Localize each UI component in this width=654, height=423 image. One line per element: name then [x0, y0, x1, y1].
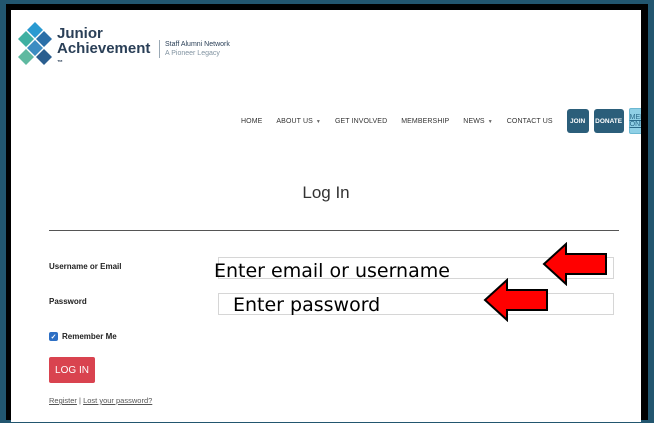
chevron-down-icon: ▼ [487, 118, 493, 125]
username-hint-annotation: Enter email or username [214, 260, 450, 282]
nav-home[interactable]: HOME [241, 118, 262, 125]
network-name: Staff Alumni Network [165, 41, 230, 48]
red-arrow-icon [483, 278, 548, 322]
network-subtitle: Staff Alumni Network A Pioneer Legacy [159, 40, 230, 58]
page-title: Log In [302, 183, 350, 202]
main-nav: HOME ABOUT US ▼ GET INVOLVED MEMBERSHIP N… [241, 108, 641, 134]
red-arrow-icon [542, 242, 607, 286]
logo-line1: Junior [57, 25, 103, 42]
chevron-down-icon: ▼ [315, 118, 321, 125]
nav-about-us[interactable]: ABOUT US ▼ [276, 118, 321, 125]
logo-wordmark: Junior Achievement ™ [57, 26, 150, 71]
account-links: Register | Lost your password? [49, 396, 152, 405]
username-label: Username or Email [49, 262, 122, 271]
links-separator: | [79, 396, 81, 405]
remember-me-label: Remember Me [62, 332, 117, 341]
trademark: ™ [57, 60, 63, 66]
logo-line2: Achievement ™ [57, 41, 150, 71]
title-divider [49, 230, 619, 231]
junior-achievement-logo[interactable]: Junior Achievement ™ Staff Alumni Network… [17, 22, 237, 74]
nav-membership[interactable]: MEMBERSHIP [401, 118, 449, 125]
login-page: Junior Achievement ™ Staff Alumni Network… [11, 10, 641, 422]
donate-button[interactable]: DONATE [593, 109, 624, 133]
nav-news[interactable]: NEWS ▼ [463, 118, 492, 125]
logo-diamond-icon [18, 22, 52, 65]
members-only-button[interactable]: MEMBERS ONLY [628, 108, 641, 134]
remember-me-checkbox[interactable]: ✓ [49, 332, 58, 341]
nav-contact-us[interactable]: CONTACT US [507, 118, 553, 125]
login-button[interactable]: LOG IN [49, 357, 95, 383]
remember-me[interactable]: ✓ Remember Me [49, 332, 117, 341]
password-hint-annotation: Enter password [233, 294, 381, 316]
tagline: A Pioneer Legacy [165, 50, 220, 57]
password-label: Password [49, 297, 87, 306]
join-button[interactable]: JOIN [566, 109, 589, 133]
register-link[interactable]: Register [49, 396, 77, 405]
nav-get-involved[interactable]: GET INVOLVED [335, 118, 387, 125]
lost-password-link[interactable]: Lost your password? [83, 396, 152, 405]
